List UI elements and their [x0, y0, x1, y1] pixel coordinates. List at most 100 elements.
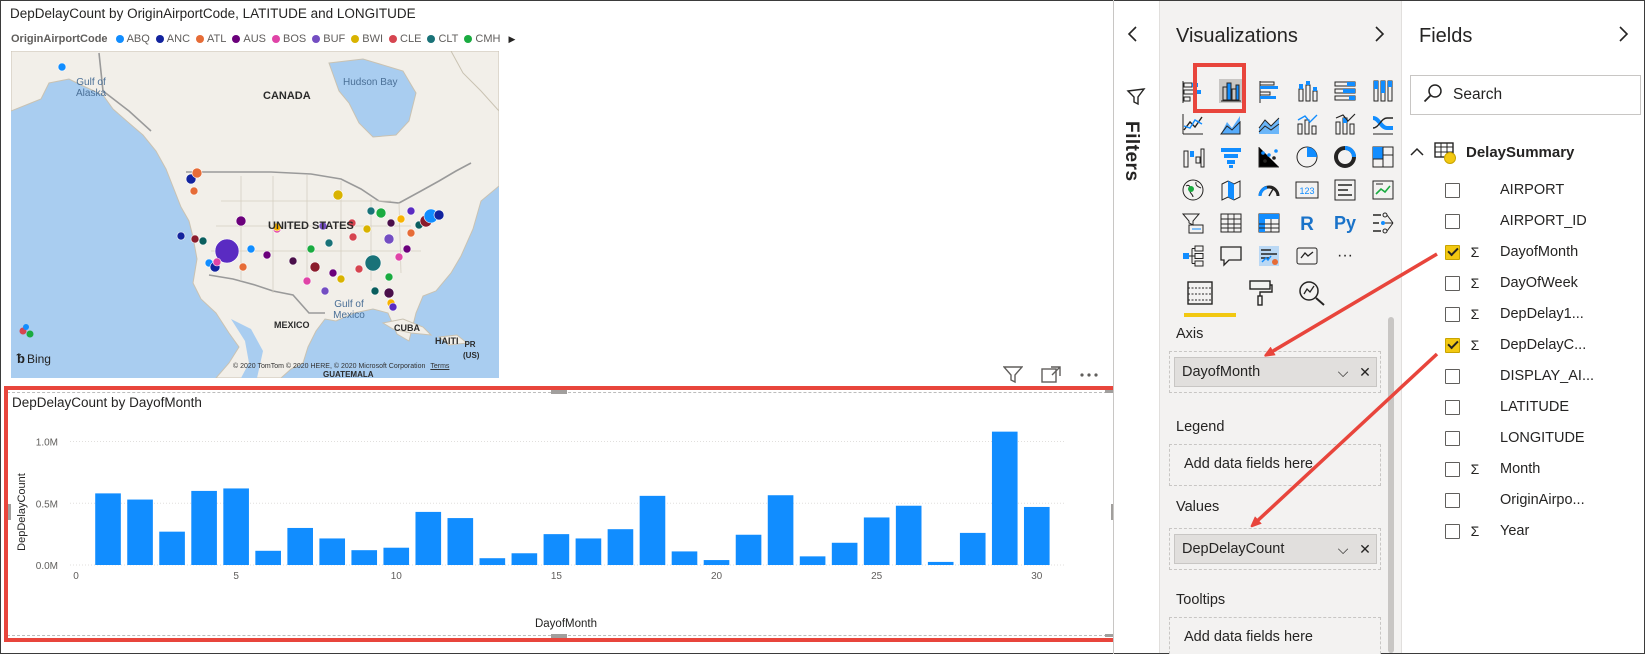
terms-link[interactable]: Terms: [430, 363, 449, 370]
chevron-down-icon[interactable]: ⌵: [1332, 541, 1354, 558]
filters-label[interactable]: Filters: [1120, 121, 1142, 182]
airport-bubble[interactable]: [328, 268, 338, 278]
filter-icon[interactable]: [1001, 365, 1025, 385]
checkbox-checked[interactable]: [1445, 337, 1460, 353]
axis-field-pill[interactable]: DayofMonth ⌵ ✕: [1174, 357, 1377, 387]
airport-bubble[interactable]: [189, 186, 199, 196]
checkbox[interactable]: [1445, 213, 1460, 229]
chevron-up-icon[interactable]: [1410, 145, 1428, 160]
waterfall-chart-icon[interactable]: [1174, 140, 1212, 173]
legend-item[interactable]: CLT: [427, 33, 458, 45]
airport-bubble[interactable]: [238, 262, 248, 272]
legend-next-icon[interactable]: ▶: [508, 34, 515, 45]
field-item[interactable]: LONGITUDE: [1445, 425, 1585, 451]
slicer-icon[interactable]: [1174, 206, 1212, 239]
clustered-bar-chart-icon[interactable]: [1250, 74, 1288, 107]
airport-bubble[interactable]: [191, 167, 203, 179]
airport-bubble[interactable]: [332, 189, 344, 201]
airport-bubble[interactable]: [388, 302, 398, 312]
visualizations-expand-icon[interactable]: [1374, 25, 1386, 48]
card-icon[interactable]: 123: [1288, 173, 1326, 206]
airport-bubble[interactable]: [262, 250, 272, 260]
ribbon-chart-icon[interactable]: [1364, 107, 1402, 140]
field-item[interactable]: Σ DayOfWeek: [1445, 270, 1578, 296]
filled-map-icon[interactable]: [1212, 173, 1250, 206]
airport-bubble[interactable]: [302, 276, 312, 286]
checkbox[interactable]: [1445, 461, 1460, 477]
fields-search-box[interactable]: [1410, 75, 1641, 115]
airport-bubble[interactable]: [176, 231, 186, 241]
map-icon[interactable]: [1174, 173, 1212, 206]
wells-scrollbar[interactable]: [1388, 317, 1394, 653]
smart-narrative-icon[interactable]: [1250, 239, 1288, 272]
airport-bubble[interactable]: [212, 257, 222, 267]
r-visual-icon[interactable]: R: [1288, 206, 1326, 239]
legend-item[interactable]: ANC: [155, 33, 190, 45]
close-icon[interactable]: ✕: [1354, 364, 1376, 381]
field-item[interactable]: LATITUDE: [1445, 394, 1569, 420]
chevron-down-icon[interactable]: ⌵: [1332, 364, 1354, 381]
fields-expand-icon[interactable]: [1618, 25, 1630, 48]
legend-item[interactable]: ATL: [196, 33, 226, 45]
airport-bubble[interactable]: [57, 62, 67, 72]
airport-bubble[interactable]: [246, 244, 256, 254]
airport-bubble[interactable]: [383, 233, 395, 245]
search-input[interactable]: [1453, 86, 1633, 104]
airport-bubble[interactable]: [235, 215, 247, 227]
field-item[interactable]: Σ Year: [1445, 518, 1529, 544]
airport-bubble[interactable]: [354, 264, 364, 274]
checkbox[interactable]: [1445, 523, 1460, 539]
stacked-column-chart-icon[interactable]: [1288, 74, 1326, 107]
line-and-stacked-column-chart-icon[interactable]: [1326, 107, 1364, 140]
airport-bubble[interactable]: [364, 254, 382, 272]
tooltips-well[interactable]: Add data fields here: [1169, 617, 1381, 654]
airport-bubble[interactable]: [433, 209, 445, 221]
checkbox[interactable]: [1445, 430, 1460, 446]
airport-bubble[interactable]: [288, 256, 298, 266]
legend-item[interactable]: BWI: [351, 33, 383, 45]
funnel-chart-icon[interactable]: [1212, 140, 1250, 173]
close-icon[interactable]: ✕: [1354, 541, 1376, 558]
values-well[interactable]: DepDelayCount ⌵ ✕: [1169, 528, 1381, 570]
python-visual-icon[interactable]: Py: [1326, 206, 1364, 239]
legend-item[interactable]: ABQ: [115, 33, 150, 45]
airport-bubble[interactable]: [402, 244, 412, 254]
airport-bubble[interactable]: [394, 252, 404, 262]
checkbox-checked[interactable]: [1445, 244, 1460, 260]
airport-bubble[interactable]: [406, 228, 416, 238]
stacked-area-chart-icon[interactable]: [1250, 107, 1288, 140]
airport-bubble[interactable]: [375, 207, 387, 219]
airport-bubble[interactable]: [348, 232, 358, 242]
airport-bubble[interactable]: [384, 272, 394, 282]
airport-bubble[interactable]: [309, 261, 321, 273]
pie-chart-icon[interactable]: [1288, 140, 1326, 173]
format-paint-roller-icon[interactable]: [1240, 277, 1280, 309]
field-item[interactable]: DISPLAY_AI...: [1445, 363, 1594, 389]
decomposition-tree-icon[interactable]: [1174, 239, 1212, 272]
fields-tab-icon[interactable]: [1180, 277, 1220, 309]
field-item[interactable]: Σ Month: [1445, 456, 1540, 482]
field-item[interactable]: AIRPORT: [1445, 177, 1564, 203]
qa-icon[interactable]: [1212, 239, 1250, 272]
checkbox[interactable]: [1445, 368, 1460, 384]
airport-bubble[interactable]: [406, 206, 416, 216]
scatter-chart-icon[interactable]: [1250, 140, 1288, 173]
field-item[interactable]: OriginAirpo...: [1445, 487, 1585, 513]
legend-item[interactable]: BOS: [272, 33, 306, 45]
airport-bubble[interactable]: [362, 224, 372, 234]
matrix-icon[interactable]: [1250, 206, 1288, 239]
checkbox[interactable]: [1445, 399, 1460, 415]
airport-bubble[interactable]: [383, 287, 395, 299]
checkbox[interactable]: [1445, 182, 1460, 198]
airport-bubble[interactable]: [396, 214, 406, 224]
field-item[interactable]: AIRPORT_ID: [1445, 208, 1587, 234]
more-visuals-icon[interactable]: ···: [1326, 239, 1364, 272]
map-visual[interactable]: CANADA UNITED STATES MEXICO CUBA HAITI G…: [11, 51, 499, 378]
field-item[interactable]: Σ DepDelayC...: [1445, 332, 1586, 358]
legend-item[interactable]: CMH: [464, 33, 500, 45]
field-item[interactable]: Σ DayofMonth: [1445, 239, 1578, 265]
donut-chart-icon[interactable]: [1326, 140, 1364, 173]
table-icon[interactable]: [1212, 206, 1250, 239]
axis-well[interactable]: DayofMonth ⌵ ✕: [1169, 351, 1381, 393]
paginated-report-icon[interactable]: [1288, 239, 1326, 272]
